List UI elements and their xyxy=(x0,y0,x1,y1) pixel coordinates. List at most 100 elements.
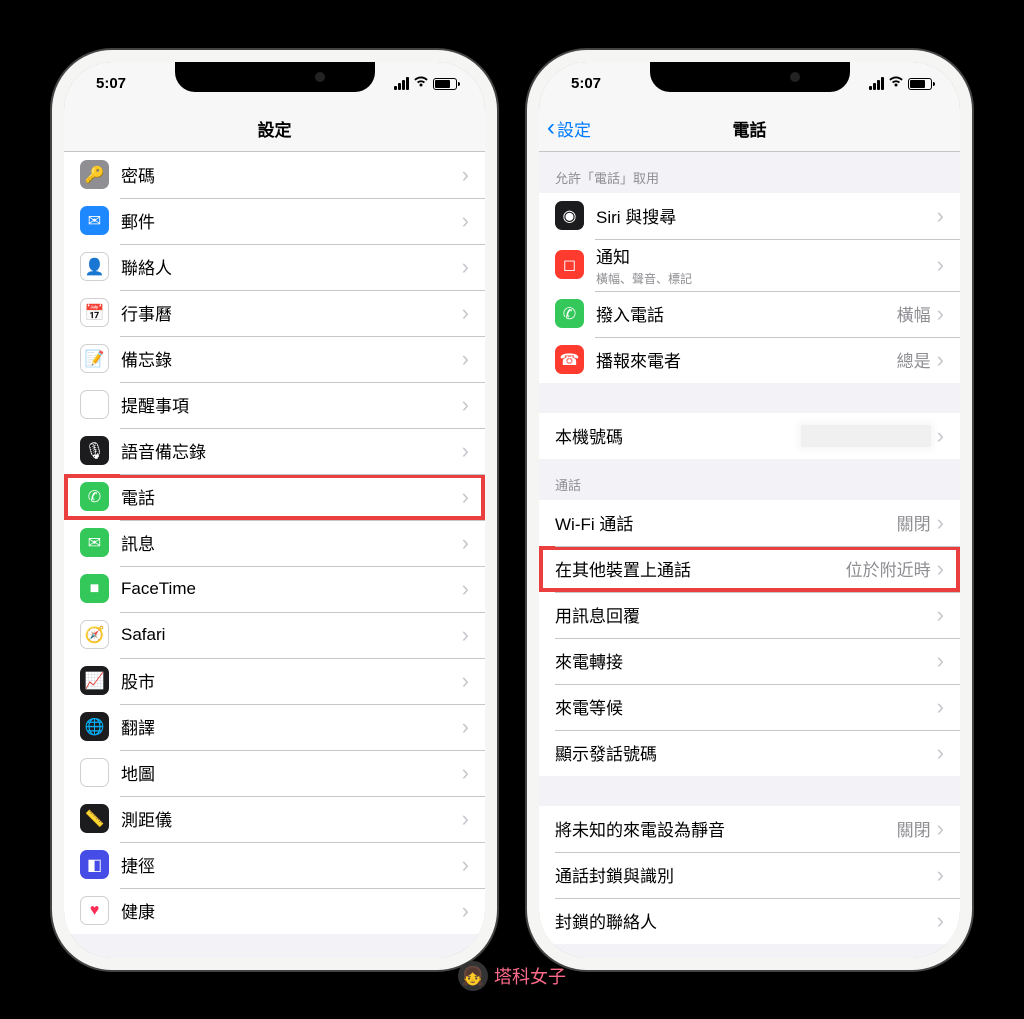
chevron-right-icon: › xyxy=(462,346,469,372)
settings-row-messages[interactable]: ✉訊息› xyxy=(64,520,485,566)
chevron-right-icon: › xyxy=(937,347,944,373)
siri-icon: ◉ xyxy=(555,201,584,230)
row-label: 密碼 xyxy=(121,162,462,187)
settings-row-reminders[interactable]: ⦿ 提醒事項› xyxy=(64,382,485,428)
row-label: 地圖 xyxy=(121,760,462,785)
row-label: 用訊息回覆 xyxy=(555,602,937,627)
chevron-right-icon: › xyxy=(937,740,944,766)
chevron-right-icon: › xyxy=(937,423,944,449)
status-bar: 5:07 xyxy=(64,62,485,106)
messages-icon: ✉ xyxy=(80,528,109,557)
settings-row-stocks[interactable]: 📈股市› xyxy=(64,658,485,704)
chevron-right-icon: › xyxy=(937,510,944,536)
row-label: 通話封鎖與識別 xyxy=(555,862,937,887)
row-label: 翻譯 xyxy=(121,714,462,739)
settings-row-caller-id[interactable]: 顯示發話號碼› xyxy=(539,730,960,776)
row-value: 總是 xyxy=(897,347,931,372)
chevron-right-icon: › xyxy=(462,530,469,556)
redacted-value xyxy=(801,425,931,447)
settings-row-announce[interactable]: ☎播報來電者總是› xyxy=(539,337,960,383)
chevron-right-icon: › xyxy=(937,862,944,888)
announce-icon: ☎ xyxy=(555,345,584,374)
row-label: 備忘錄 xyxy=(121,346,462,371)
row-label: 顯示發話號碼 xyxy=(555,740,937,765)
settings-row-maps[interactable]: 🗺地圖› xyxy=(64,750,485,796)
settings-row-shortcuts[interactable]: ◧捷徑› xyxy=(64,842,485,888)
settings-row-health[interactable]: ♥健康› xyxy=(64,888,485,934)
measure-icon: 📏 xyxy=(80,804,109,833)
settings-row-other-devices[interactable]: 在其他裝置上通話位於附近時› xyxy=(539,546,960,592)
row-label: 在其他裝置上通話 xyxy=(555,556,846,581)
settings-row-facetime[interactable]: ■FaceTime› xyxy=(64,566,485,612)
contacts-icon: 👤 xyxy=(80,252,109,281)
phone-settings-list[interactable]: 允許「電話」取用◉Siri 與搜尋›◻通知橫幅、聲音、標記›✆撥入電話橫幅›☎播… xyxy=(539,152,960,958)
shortcuts-icon: ◧ xyxy=(80,850,109,879)
nav-back-label: 設定 xyxy=(557,116,591,141)
passwords-icon: 🔑 xyxy=(80,160,109,189)
chevron-right-icon: › xyxy=(462,392,469,418)
phone-icon: ✆ xyxy=(80,482,109,511)
settings-row-silence-unknown[interactable]: 將未知的來電設為靜音關閉› xyxy=(539,806,960,852)
settings-row-siri[interactable]: ◉Siri 與搜尋› xyxy=(539,193,960,239)
chevron-right-icon: › xyxy=(937,556,944,582)
settings-row-call-forward[interactable]: 來電轉接› xyxy=(539,638,960,684)
settings-row-blocking[interactable]: 通話封鎖與識別› xyxy=(539,852,960,898)
signal-icon xyxy=(869,77,884,90)
reminders-icon: ⦿ xyxy=(80,390,109,419)
nav-back-button[interactable]: ‹ 設定 xyxy=(547,114,591,142)
row-label: 通知 xyxy=(596,243,937,268)
watermark: 👧 塔科女子 xyxy=(458,961,566,991)
settings-row-phone[interactable]: ✆電話› xyxy=(64,474,485,520)
translate-icon: 🌐 xyxy=(80,712,109,741)
chevron-right-icon: › xyxy=(937,301,944,327)
battery-icon xyxy=(433,78,457,90)
settings-row-notes[interactable]: 📝備忘錄› xyxy=(64,336,485,382)
chevron-right-icon: › xyxy=(462,898,469,924)
row-label: 聯絡人 xyxy=(121,254,462,279)
row-label: 郵件 xyxy=(121,208,462,233)
calendar-icon: 📅 xyxy=(80,298,109,327)
row-label: 來電轉接 xyxy=(555,648,937,673)
nav-bar: ‹ 設定 電話 xyxy=(539,106,960,152)
row-label: 提醒事項 xyxy=(121,392,462,417)
row-label: 股市 xyxy=(121,668,462,693)
row-label: 行事曆 xyxy=(121,300,462,325)
notifications-icon: ◻ xyxy=(555,250,584,279)
safari-icon: 🧭 xyxy=(80,620,109,649)
settings-row-respond-text[interactable]: 用訊息回覆› xyxy=(539,592,960,638)
settings-row-measure[interactable]: 📏測距儀› xyxy=(64,796,485,842)
settings-row-voice-memos[interactable]: 🎙語音備忘錄› xyxy=(64,428,485,474)
settings-row-calendar[interactable]: 📅行事曆› xyxy=(64,290,485,336)
row-label: Siri 與搜尋 xyxy=(596,203,937,228)
phone-mockup-right: 5:07 ‹ 設定 電話 允許「電話」取用◉Siri 與搜尋›◻通知橫幅、聲音、… xyxy=(527,50,972,970)
row-label: 測距儀 xyxy=(121,806,462,831)
status-time: 5:07 xyxy=(571,75,601,92)
nav-title: 設定 xyxy=(258,116,292,141)
settings-row-mail[interactable]: ✉郵件› xyxy=(64,198,485,244)
settings-row-blocked-contacts[interactable]: 封鎖的聯絡人› xyxy=(539,898,960,944)
settings-row-translate[interactable]: 🌐翻譯› xyxy=(64,704,485,750)
group-header: 通話 xyxy=(539,459,960,500)
incoming-icon: ✆ xyxy=(555,299,584,328)
settings-row-notifications[interactable]: ◻通知橫幅、聲音、標記› xyxy=(539,239,960,291)
settings-row-contacts[interactable]: 👤 聯絡人› xyxy=(64,244,485,290)
voice-memos-icon: 🎙 xyxy=(80,436,109,465)
mail-icon: ✉ xyxy=(80,206,109,235)
nav-title: 電話 xyxy=(733,116,767,141)
row-value: 位於附近時 xyxy=(846,556,931,581)
stocks-icon: 📈 xyxy=(80,666,109,695)
settings-list[interactable]: 🔑密碼›✉郵件›👤聯絡人›📅行事曆›📝備忘錄›⦿提醒事項›🎙語音備忘錄›✆電話›… xyxy=(64,152,485,958)
chevron-right-icon: › xyxy=(462,576,469,602)
status-bar: 5:07 xyxy=(539,62,960,106)
settings-row-wifi-call[interactable]: Wi-Fi 通話關閉› xyxy=(539,500,960,546)
phone-mockup-left: 5:07 設定 🔑密碼›✉郵件›👤聯絡人›📅行事曆›📝備忘錄›⦿提醒事項›🎙語音… xyxy=(52,50,497,970)
settings-row-call-waiting[interactable]: 來電等候› xyxy=(539,684,960,730)
chevron-right-icon: › xyxy=(937,648,944,674)
chevron-right-icon: › xyxy=(462,254,469,280)
row-label: 封鎖的聯絡人 xyxy=(555,908,937,933)
settings-row-incoming[interactable]: ✆撥入電話橫幅› xyxy=(539,291,960,337)
settings-row-safari[interactable]: 🧭Safari› xyxy=(64,612,485,658)
settings-row-my-number[interactable]: 本機號碼› xyxy=(539,413,960,459)
settings-row-passwords[interactable]: 🔑密碼› xyxy=(64,152,485,198)
chevron-right-icon: › xyxy=(937,816,944,842)
